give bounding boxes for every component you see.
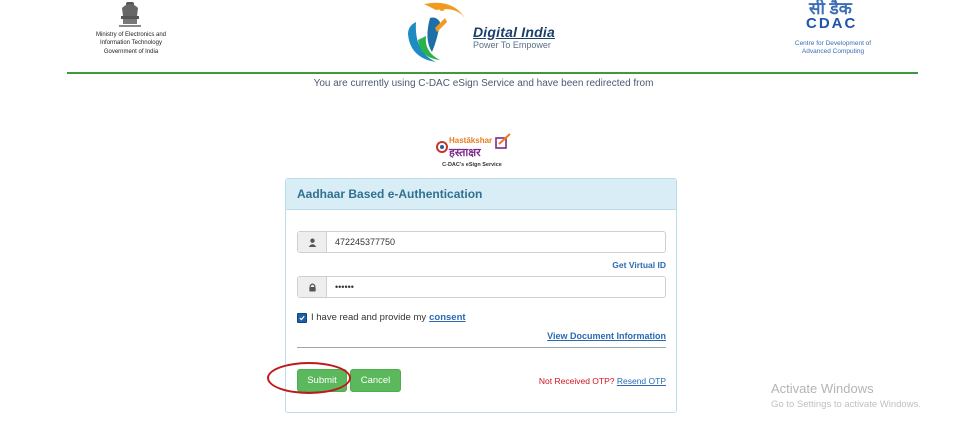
consent-checkbox[interactable]: [297, 312, 307, 323]
otp-input[interactable]: [327, 277, 665, 297]
user-icon: [298, 232, 327, 252]
header-divider: [67, 72, 918, 74]
otp-input-group: [297, 276, 666, 298]
cdac-full-line-2: Advanced Computing: [801, 47, 865, 55]
digital-india-title: Digital India: [473, 24, 555, 40]
national-emblem-icon: [119, 2, 141, 27]
hastakshar-hindi: हस्ताक्षर: [448, 146, 481, 159]
panel-title: Aadhaar Based e-Authentication: [297, 187, 483, 201]
aadhaar-input[interactable]: [327, 232, 665, 252]
resend-otp-link[interactable]: Resend OTP: [617, 376, 666, 386]
hastakshar-logo-icon: Hastākshar हस्ताक्षर: [436, 133, 511, 159]
cdac-full-line-1: Centre for Development of: [794, 40, 872, 47]
lock-icon: [298, 277, 327, 297]
consent-row: I have read and provide my consent: [297, 312, 466, 323]
digital-india-tagline: Power To Empower: [473, 40, 551, 50]
meity-gov: Government of India: [103, 49, 159, 55]
otp-question: Not Received OTP?: [538, 376, 615, 386]
panel-divider: [297, 347, 666, 348]
otp-resend-row: Not Received OTP? Resend OTP: [496, 376, 666, 386]
consent-text: I have read and provide my: [311, 312, 427, 323]
meity-line-2: Information Technology: [100, 39, 162, 46]
hastakshar-latin: Hastākshar: [449, 136, 492, 145]
consent-link[interactable]: consent: [429, 312, 465, 323]
submit-highlight-ring: [267, 362, 351, 394]
meity-label: Ministry of Electronics and Information …: [72, 32, 190, 57]
cdac-full-name: Centre for Development of Advanced Compu…: [782, 40, 884, 55]
panel-header: Aadhaar Based e-Authentication: [286, 179, 676, 210]
cancel-button[interactable]: Cancel: [350, 369, 401, 392]
checkmark-icon: [299, 315, 305, 320]
cdac-name: CDAC: [806, 15, 858, 32]
meity-line-1: Ministry of Electronics and: [95, 32, 167, 38]
aadhaar-input-group: [297, 231, 666, 253]
hastakshar-caption: C-DAC's eSign Service: [442, 162, 502, 168]
activate-windows-title: Activate Windows: [771, 381, 874, 396]
digital-india-logo-icon: [408, 2, 466, 62]
get-virtual-id-link[interactable]: Get Virtual ID: [596, 260, 666, 270]
view-document-link[interactable]: View Document Information: [520, 331, 666, 341]
activate-windows-subtitle: Go to Settings to activate Windows.: [771, 399, 921, 410]
redirect-message: You are currently using C-DAC eSign Serv…: [313, 78, 654, 89]
